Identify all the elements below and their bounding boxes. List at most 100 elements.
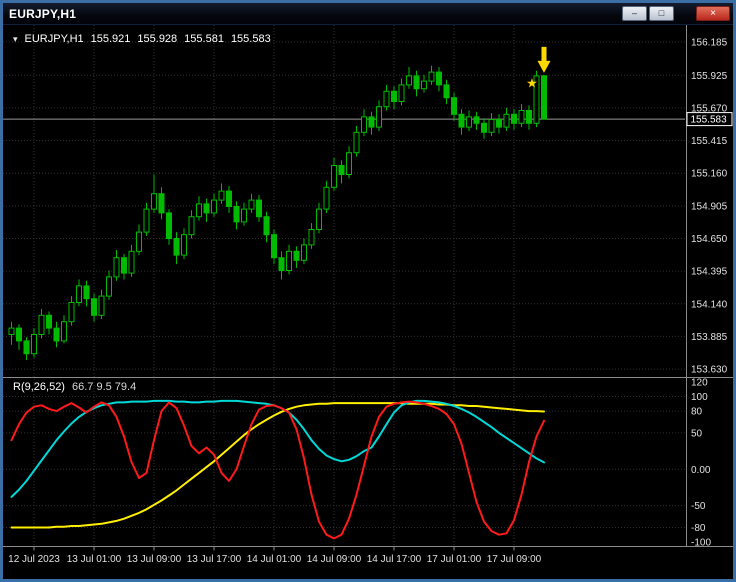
price-axis-label: 153.885 bbox=[691, 332, 728, 343]
candle-body bbox=[61, 321, 67, 342]
candle-body bbox=[293, 250, 300, 261]
candle-body bbox=[443, 84, 450, 99]
close-button[interactable]: × bbox=[696, 6, 730, 21]
time-axis-label: 13 Jul 01:00 bbox=[67, 554, 122, 565]
arrow-down-marker-icon[interactable] bbox=[537, 46, 551, 73]
time-axis-label: 13 Jul 09:00 bbox=[127, 554, 182, 565]
candle-body bbox=[488, 119, 495, 133]
oscillator-axis-label: 120 bbox=[691, 378, 708, 389]
candle-body bbox=[376, 106, 382, 128]
candle-body bbox=[203, 203, 210, 214]
candle-body bbox=[451, 97, 457, 115]
close-icon: × bbox=[710, 8, 716, 19]
candle-body bbox=[421, 80, 427, 90]
candle-body bbox=[256, 199, 262, 218]
candle-body bbox=[218, 190, 225, 201]
oscillator-axis-label: 50 bbox=[691, 428, 703, 439]
candle-body bbox=[301, 244, 307, 261]
time-axis-label: 14 Jul 01:00 bbox=[247, 554, 302, 565]
time-axis-label: 13 Jul 17:00 bbox=[187, 554, 242, 565]
chart-content: 156.185 155.925 155.670 155.415 155.160 154.9… bbox=[3, 25, 733, 579]
candle-body bbox=[361, 116, 367, 133]
price-axis-label: 155.415 bbox=[691, 136, 728, 147]
time-axis-label: 17 Jul 01:00 bbox=[427, 554, 482, 565]
candle-body bbox=[413, 75, 420, 90]
candle-body bbox=[518, 110, 525, 124]
candle-body bbox=[68, 302, 75, 323]
candle-body bbox=[511, 113, 517, 124]
candle-body bbox=[233, 206, 240, 223]
candle-body bbox=[91, 298, 97, 316]
candle-body bbox=[8, 327, 15, 336]
candle-body bbox=[286, 250, 292, 272]
candle-body bbox=[473, 116, 480, 124]
oscillator-axis-label: -80 bbox=[691, 523, 706, 534]
candle-body bbox=[406, 75, 412, 86]
candle-body bbox=[323, 186, 330, 210]
oscillator-axis-label: 100 bbox=[691, 392, 708, 403]
candle-body bbox=[503, 113, 510, 128]
price-axis-label: 154.650 bbox=[691, 234, 728, 245]
candle-body bbox=[271, 234, 277, 259]
candle-body bbox=[121, 257, 127, 274]
current-price-tag-text: 155.583 bbox=[691, 115, 728, 126]
candle-body bbox=[383, 90, 390, 108]
oscillator-line-red bbox=[10, 400, 545, 540]
candle-body bbox=[331, 165, 337, 188]
star-marker-icon[interactable]: ★ bbox=[526, 75, 538, 90]
minimize-button[interactable]: – bbox=[622, 6, 647, 21]
candle-body bbox=[188, 216, 195, 236]
candle-body bbox=[158, 193, 165, 214]
candle-body bbox=[211, 199, 217, 214]
candle-body bbox=[338, 165, 345, 175]
candle-body bbox=[248, 199, 255, 210]
candlestick-series bbox=[8, 65, 547, 361]
candle-body bbox=[173, 238, 180, 256]
candle-body bbox=[136, 231, 142, 252]
candle-body bbox=[181, 234, 187, 256]
candle-body bbox=[541, 75, 547, 120]
chart-canvas[interactable]: 156.185155.925155.670155.415155.160154.9… bbox=[3, 25, 733, 579]
title-bar[interactable]: EURJPY,H1 – □ × bbox=[3, 3, 733, 25]
candle-body bbox=[83, 285, 90, 300]
time-axis-label: 14 Jul 17:00 bbox=[367, 554, 422, 565]
oscillator-axis-label: 0.00 bbox=[691, 465, 711, 476]
grid bbox=[3, 25, 685, 547]
candle-body bbox=[353, 131, 360, 154]
price-axis-label: 155.160 bbox=[691, 169, 728, 180]
candle-body bbox=[278, 257, 285, 271]
candle-body bbox=[428, 71, 435, 82]
time-axis-label: 12 Jul 2023 bbox=[8, 554, 60, 565]
candle-body bbox=[368, 116, 375, 128]
oscillator-axis-label: -100 bbox=[691, 538, 711, 549]
candle-body bbox=[106, 276, 112, 297]
candle-body bbox=[496, 119, 502, 128]
candle-body bbox=[31, 334, 37, 355]
minimize-icon: – bbox=[631, 8, 637, 18]
candle-body bbox=[16, 327, 22, 342]
price-axis-label: 156.185 bbox=[691, 38, 728, 49]
price-axis-label: 154.905 bbox=[691, 201, 728, 212]
candle-body bbox=[23, 340, 30, 355]
candle-body bbox=[38, 314, 45, 335]
candle-body bbox=[391, 90, 397, 103]
candle-body bbox=[151, 193, 157, 210]
price-axis-label: 155.925 bbox=[691, 71, 728, 82]
candle-body bbox=[458, 113, 465, 128]
candle-body bbox=[436, 71, 442, 86]
candle-body bbox=[128, 250, 135, 274]
candle-body bbox=[346, 152, 352, 175]
candle-body bbox=[98, 295, 105, 316]
price-axis-label: 153.630 bbox=[691, 365, 728, 376]
candle-body bbox=[263, 216, 270, 236]
candle-body bbox=[166, 212, 172, 239]
price-axis-label: 154.140 bbox=[691, 299, 728, 310]
candle-body bbox=[466, 116, 472, 128]
price-axis-label: 154.395 bbox=[691, 267, 728, 278]
candle-body bbox=[76, 285, 82, 303]
candle-body bbox=[46, 314, 52, 329]
candle-body bbox=[196, 203, 202, 218]
candle-body bbox=[308, 229, 315, 246]
restore-icon: □ bbox=[658, 8, 665, 18]
restore-button[interactable]: □ bbox=[649, 6, 674, 21]
